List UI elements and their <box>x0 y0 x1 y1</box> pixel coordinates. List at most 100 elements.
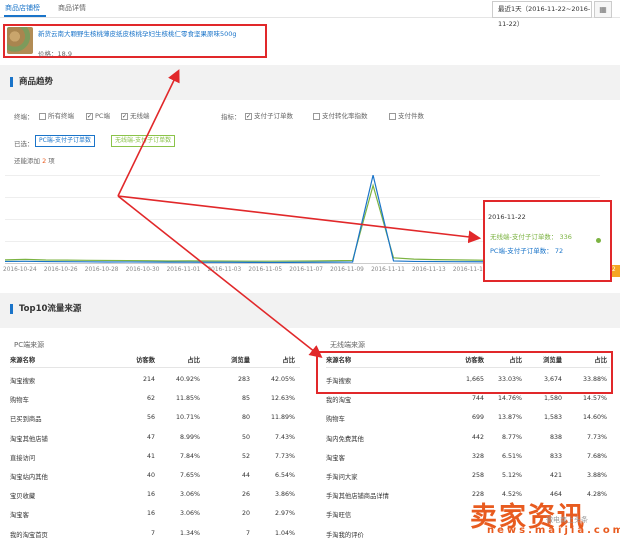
table-cell: 214 <box>142 376 155 383</box>
table-cell: 5.12% <box>501 472 522 479</box>
table-cell: 16 <box>146 491 155 499</box>
table-cell: 14.76% <box>497 395 522 403</box>
table-cell: 11.85% <box>175 395 200 403</box>
watermark-tagline: 微电商上头条 <box>546 516 588 524</box>
table-cell: 6.51% <box>501 452 522 460</box>
chart-point-marker <box>596 238 601 243</box>
checkbox-checked: ✓ <box>121 112 128 120</box>
table-cell: 7.68% <box>586 452 607 460</box>
selected-label: 已选： <box>14 140 34 148</box>
table-cell: 421 <box>549 472 562 479</box>
table-cell: 80 <box>241 414 250 422</box>
table-cell: 8.99% <box>179 433 200 441</box>
table-cell: 手淘问大家 <box>326 474 358 481</box>
table-cell: 7.84% <box>179 452 200 460</box>
table-cell: 6.54% <box>274 472 295 479</box>
table-cell: 52 <box>241 452 250 460</box>
tab-shop-ranking[interactable]: 商品店铺榜 <box>5 3 40 13</box>
table-cell: 699 <box>471 414 484 422</box>
product-price: 价格：18.9 <box>38 50 72 58</box>
x-tick-label: 2016-10-26 <box>43 267 78 273</box>
x-tick-label: 2016-10-24 <box>3 267 37 273</box>
metric-pay-orders-checkbox[interactable]: ✓ 支付子订单数 <box>245 110 293 120</box>
x-tick-label: 2016-10-30 <box>125 267 160 273</box>
table-cell: 7.65% <box>179 472 200 479</box>
table-header-cell: 来源名称 <box>10 357 36 364</box>
table-cell: 淘宝客 <box>326 454 345 462</box>
chip-mobile-orders[interactable]: 无线端-支付子订单数 <box>111 135 176 147</box>
x-tick-label: 2016-11-03 <box>207 267 242 273</box>
date-range-selector[interactable]: 最近1天（2016-11-22~2016-11-22） <box>492 1 592 28</box>
table-cell: 47 <box>146 433 155 441</box>
calendar-icon[interactable]: ▦ <box>594 1 612 18</box>
table-header-divider <box>10 367 300 368</box>
table-header-cell: 浏览量 <box>231 357 250 364</box>
active-tab-indicator <box>4 15 46 17</box>
top10-header-band <box>0 293 620 328</box>
table-cell: 14.60% <box>582 414 607 422</box>
table-cell: 淘宝客 <box>10 512 29 520</box>
table-cell: 40 <box>146 472 155 479</box>
table-cell: 838 <box>549 433 562 441</box>
table-cell: 3.86% <box>274 491 295 499</box>
table-cell: 3.06% <box>179 491 200 499</box>
table-cell: 20 <box>241 510 250 518</box>
product-title-link[interactable]: 新货云南大颗野生核桃薄皮纸皮核桃孕妇生核桃仁零食坚果原味500g <box>38 28 263 38</box>
table-cell: 56 <box>146 414 155 422</box>
table-cell: 1,583 <box>543 414 562 422</box>
table-cell: 10.71% <box>175 414 200 422</box>
x-tick-label: 2016-11-11 <box>371 267 405 273</box>
table-cell: 1.04% <box>274 529 295 537</box>
metric-conversion-checkbox[interactable]: 支付转化率指数 <box>313 110 368 120</box>
terminal-mobile-checkbox[interactable]: ✓ 无线端 <box>121 110 150 120</box>
table-cell: 50 <box>241 433 250 441</box>
table-cell: 41 <box>146 452 155 460</box>
table-cell: 7 <box>150 529 155 537</box>
table-cell: 40.92% <box>175 376 200 383</box>
table-cell: 85 <box>241 395 250 403</box>
x-tick-label: 2016-11-01 <box>166 267 201 273</box>
table-cell: 1,580 <box>543 395 562 403</box>
table-cell: 16 <box>146 510 155 518</box>
checkbox-checked: ✓ <box>86 112 93 120</box>
table-cell: 7.73% <box>586 433 607 441</box>
metric-pay-items-checkbox[interactable]: 支付件数 <box>389 110 424 120</box>
tooltip-pc-row: PC端-支付子订单数： 72 <box>490 247 564 255</box>
table-cell: 购物车 <box>10 397 29 405</box>
table-cell: 283 <box>237 376 250 383</box>
table-header-cell: 占比 <box>282 357 295 364</box>
table-cell: 淘宝站内其他 <box>10 474 48 481</box>
trend-header-band <box>0 65 620 100</box>
table-header-cell: 占比 <box>187 357 200 364</box>
table-cell: 13.87% <box>497 414 522 422</box>
table-cell: 我的淘宝首页 <box>10 531 48 539</box>
top10-section-title: Top10流量来源 <box>10 304 81 314</box>
terminal-pc-checkbox[interactable]: ✓ PC端 <box>86 110 110 120</box>
x-tick-label: 2016-11-09 <box>330 267 364 273</box>
tab-product-detail[interactable]: 商品详情 <box>58 3 86 13</box>
trend-section-title: 商品趋势 <box>10 77 53 87</box>
x-tick-label: 2016-11-07 <box>289 267 323 273</box>
table-cell: 442 <box>471 433 484 441</box>
mobile-source-title: 无线端来源 <box>330 341 365 349</box>
table-cell: 我的淘宝 <box>326 397 352 405</box>
table-cell: 258 <box>471 472 484 479</box>
table-cell: 42.05% <box>270 376 295 383</box>
table-cell: 7 <box>245 529 250 537</box>
metric-label: 指标： <box>221 113 241 121</box>
table-cell: 3.88% <box>586 472 607 479</box>
table-cell: 744 <box>471 395 484 403</box>
checkbox-box <box>39 112 46 120</box>
product-thumbnail[interactable] <box>7 27 33 54</box>
table-cell: 14.57% <box>582 395 607 403</box>
terminal-all-checkbox[interactable]: 所有终端 <box>39 110 74 120</box>
table-cell: 7.73% <box>274 452 295 460</box>
table-cell: 7.43% <box>274 433 295 441</box>
checkbox-box <box>313 112 320 120</box>
table-cell: 1.34% <box>179 529 200 537</box>
table-cell: 11.89% <box>270 414 295 422</box>
x-tick-label: 2016-11-13 <box>411 267 446 273</box>
watermark-url: news.maijia.com <box>487 525 620 536</box>
table-cell: 手淘我的评价 <box>326 531 364 539</box>
chip-pc-orders[interactable]: PC端-支付子订单数 <box>35 135 95 147</box>
